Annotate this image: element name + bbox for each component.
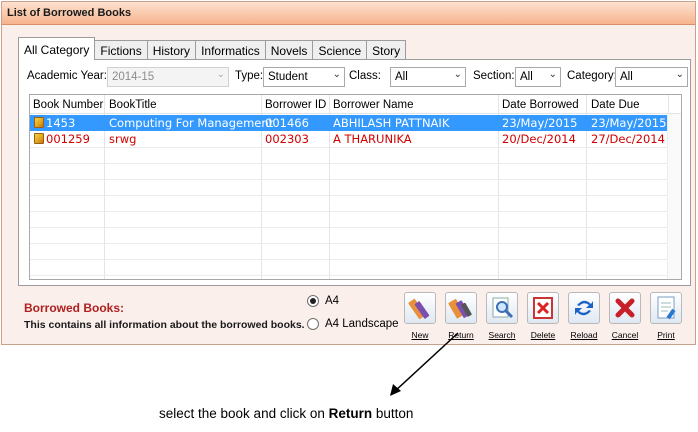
tab-all-category[interactable]: All Category [18, 37, 96, 60]
instruction-caption: select the book and click on Return butt… [159, 406, 414, 421]
annotation-arrow [390, 332, 459, 396]
